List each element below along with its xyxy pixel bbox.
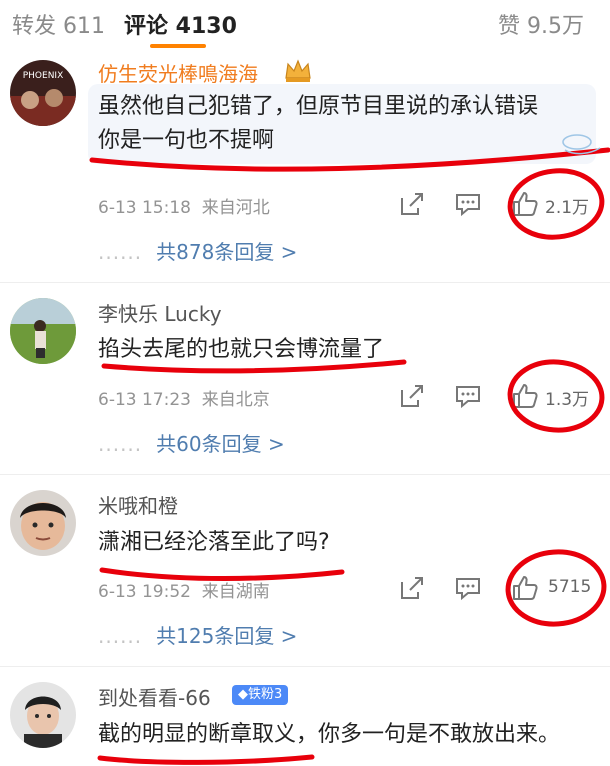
comment-text-line: 你是一句也不提啊 (98, 128, 275, 153)
comment-text-line: 虽然他自己犯错了，但原节目里说的承认错误 (98, 94, 539, 119)
avatar[interactable] (10, 682, 76, 748)
like-count: 2.1万 (545, 198, 590, 218)
share-icon[interactable] (398, 574, 426, 602)
comment-location: 来自湖南 (201, 582, 270, 602)
comment-text-line: 潇湘已经沦落至此了吗? (98, 530, 330, 555)
comment-icon[interactable] (454, 190, 482, 218)
comment-text-line: 掐头去尾的也就只会博流量了 (98, 337, 385, 362)
view-replies-link[interactable]: ...... 共60条回复 > (98, 428, 285, 457)
fan-level-badge[interactable]: ◆铁粉3 (232, 685, 289, 705)
like-count: 1.3万 (545, 390, 590, 410)
comment-meta: 6-13 15:18 来自河北 (98, 193, 270, 218)
divider (0, 666, 610, 667)
view-replies-link[interactable]: ...... 共878条回复 > (98, 236, 297, 265)
replies-label: 共60条回复 > (156, 432, 285, 456)
divider (0, 282, 610, 283)
comment-text: 潇湘已经沦落至此了吗? (98, 526, 330, 560)
comment-text: 掐头去尾的也就只会博流量了 (98, 333, 384, 367)
comment-tabs: 转发 611 评论 4130 赞 9.5万 (0, 0, 610, 50)
replies-dots: ...... (98, 240, 143, 264)
avatar[interactable] (10, 298, 76, 364)
replies-label: 共125条回复 > (156, 624, 298, 648)
comment-icon[interactable] (454, 574, 482, 602)
replies-label: 共878条回复 > (156, 240, 298, 264)
share-icon[interactable] (398, 382, 426, 410)
comment-date: 6-13 19:52 (98, 582, 191, 602)
view-replies-link[interactable]: ...... 共125条回复 > (98, 620, 297, 649)
active-tab-indicator (150, 44, 206, 48)
svg-text:PHOENIX: PHOENIX (23, 71, 64, 81)
like-count: 5715 (548, 577, 592, 597)
replies-dots: ...... (98, 624, 143, 648)
username[interactable]: 仿生荧光棒鳴海海 (98, 58, 258, 87)
tab-reposts[interactable]: 转发 611 (12, 8, 105, 40)
tab-comments[interactable]: 评论 4130 (124, 8, 237, 40)
annotation-underline (97, 754, 315, 765)
avatar[interactable]: PHOENIX (10, 60, 76, 126)
comment-icon[interactable] (454, 382, 482, 410)
comment-date: 6-13 17:23 (98, 390, 191, 410)
comment-meta: 6-13 17:23 来自北京 (98, 385, 270, 410)
avatar[interactable] (10, 490, 76, 556)
like-icon[interactable] (511, 382, 539, 410)
username[interactable]: 李快乐 Lucky (98, 298, 222, 327)
comment-meta: 6-13 19:52 来自湖南 (98, 577, 270, 602)
like-icon[interactable] (511, 574, 539, 602)
comment-text-line: 截的明显的断章取义，你多一句是不敢放出来。 (98, 722, 561, 747)
replies-dots: ...... (98, 432, 143, 456)
tab-likes[interactable]: 赞 9.5万 (498, 8, 584, 40)
username[interactable]: 米哦和橙 (98, 490, 178, 519)
share-icon[interactable] (398, 190, 426, 218)
comment-location: 来自河北 (201, 198, 270, 218)
comment-location: 来自北京 (201, 390, 270, 410)
comment-date: 6-13 15:18 (98, 198, 191, 218)
like-icon[interactable] (511, 190, 539, 218)
username[interactable]: 到处看看-66 (98, 682, 211, 711)
comment-text: 截的明显的断章取义，你多一句是不敢放出来。 (98, 718, 560, 752)
comment-text: 虽然他自己犯错了，但原节目里说的承认错误 你是一句也不提啊 (98, 90, 538, 158)
divider (0, 474, 610, 475)
